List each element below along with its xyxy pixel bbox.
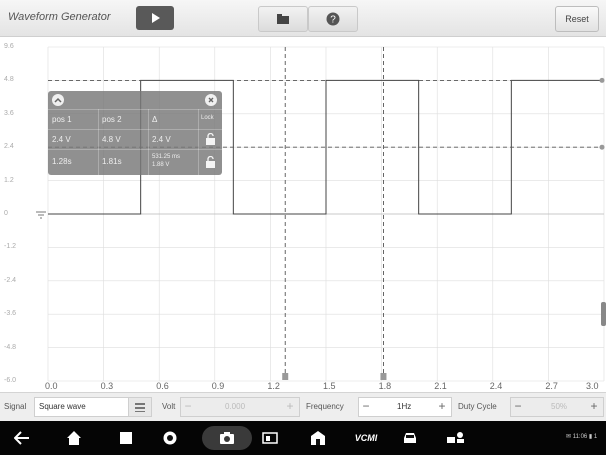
car-icon[interactable] — [402, 430, 418, 446]
time-cursor-handle — [282, 373, 289, 380]
waveform-plot[interactable]: 9.6 4.8 3.6 2.4 1.2 0 -1.2 -2.4 -3.6 -4.8 -6.0 0.0… — [0, 37, 606, 391]
x-tick-label: 1.2 — [267, 381, 280, 391]
y-tick-label: 3.6 — [4, 109, 14, 117]
voltage-delta: 2.4 V — [152, 135, 171, 144]
volt-decrease-button[interactable]: − — [181, 397, 195, 415]
duty-cycle-label: Duty Cycle — [458, 402, 497, 411]
y-tick-label: -1.2 — [4, 243, 17, 251]
recents-icon[interactable] — [118, 430, 134, 446]
voltage-pos1: 2.4 V — [52, 135, 71, 144]
col-pos2-header: pos 2 — [102, 115, 122, 124]
y-tick-label: 9.6 — [4, 43, 14, 50]
x-tick-label: 2.7 — [545, 381, 558, 391]
unlock-icon — [206, 156, 215, 168]
x-tick-label: 0.9 — [211, 381, 225, 391]
signal-label: Signal — [4, 402, 27, 411]
time-pos2: 1.81s — [102, 157, 122, 166]
camera-button[interactable] — [202, 426, 252, 450]
folder-icon — [259, 7, 307, 31]
play-button[interactable] — [136, 6, 174, 30]
cursor-table: pos 1 pos 2 Δ Lock 2.4 V 4.8 V 2.4 V 1.2… — [48, 91, 222, 175]
y-tick-label: -6.0 — [4, 377, 17, 384]
col-delta-header: Δ — [152, 115, 158, 124]
x-tick-label: 3.0 — [586, 381, 599, 391]
chevron-up-icon — [54, 97, 62, 103]
col-pos1-header: pos 1 — [52, 115, 72, 124]
voltage-cursor-handle — [599, 144, 605, 150]
app-title: Waveform Generator — [8, 11, 111, 23]
y-tick-label: 4.8 — [4, 76, 14, 84]
x-tick-label: 2.1 — [434, 381, 447, 391]
screen-mirror-icon[interactable] — [262, 430, 278, 446]
vcmi-icon[interactable]: VCMI — [350, 430, 382, 446]
frequency-label: Frequency — [306, 402, 344, 411]
y-tick-label: 1.2 — [4, 176, 14, 184]
voltage-pos2: 4.8 V — [102, 135, 121, 144]
help-icon: ? — [309, 7, 357, 31]
cursor-table-row-voltage: 2.4 V 4.8 V 2.4 V — [48, 129, 222, 150]
collapse-button[interactable] — [52, 94, 64, 106]
duty-cycle-field[interactable]: − 50% + — [510, 397, 604, 417]
frequency-increase-button[interactable]: + — [435, 397, 449, 415]
help-button[interactable]: ? — [308, 6, 358, 32]
shop-icon[interactable] — [310, 430, 326, 446]
top-toolbar: Waveform Generator ? Reset — [0, 0, 606, 37]
frequency-field[interactable]: − 1Hz + — [358, 397, 452, 417]
x-tick-label: 2.4 — [489, 381, 503, 391]
x-tick-label: 1.5 — [323, 381, 336, 391]
y-tick-label: 2.4 — [4, 143, 14, 151]
camera-icon — [219, 430, 235, 446]
signal-select[interactable]: Square wave — [34, 397, 130, 417]
y-tick-label: -4.8 — [4, 343, 17, 351]
duty-increase-button[interactable]: + — [587, 397, 601, 415]
chrome-icon[interactable] — [162, 430, 178, 446]
reset-button[interactable]: Reset — [555, 6, 599, 32]
ground-icon — [36, 211, 46, 219]
time-delta: 531.25 ms 1.88 V — [152, 154, 181, 168]
col-lock-header: Lock — [201, 115, 214, 121]
cursor-table-header-row: pos 1 pos 2 Δ Lock — [48, 109, 222, 130]
open-folder-button[interactable] — [258, 6, 308, 32]
diagnostics-icon[interactable] — [446, 430, 466, 446]
time-pos1: 1.28s — [52, 157, 72, 166]
y-tick-label: 0 — [4, 210, 8, 217]
cursor-table-header — [48, 91, 222, 109]
play-icon — [136, 6, 174, 30]
list-icon — [135, 403, 145, 412]
volt-field[interactable]: − 0.000 + — [180, 397, 300, 417]
duty-decrease-button[interactable]: − — [511, 397, 525, 415]
close-icon — [208, 97, 214, 103]
time-cursor-handle — [380, 373, 387, 380]
system-navigation-bar: VCMI ✉ 11:06 ▮ 1 — [0, 421, 606, 455]
home-icon[interactable] — [66, 430, 82, 446]
frequency-value: 1Hz — [397, 402, 412, 411]
waveform-canvas — [36, 46, 606, 382]
svg-text:?: ? — [330, 15, 336, 26]
x-tick-label: 0.6 — [156, 381, 169, 391]
x-tick-label: 0.3 — [100, 381, 114, 391]
back-icon[interactable] — [14, 430, 30, 446]
y-tick-label: -3.6 — [4, 310, 17, 318]
generator-controls: Signal Square wave Volt − 0.000 + Freque… — [0, 392, 606, 421]
status-indicators: ✉ 11:06 ▮ 1 — [566, 434, 598, 440]
volt-value: 0.000 — [225, 402, 246, 411]
volt-increase-button[interactable]: + — [283, 397, 297, 415]
frequency-decrease-button[interactable]: − — [359, 397, 373, 415]
signal-list-button[interactable] — [128, 397, 152, 417]
volt-label: Volt — [162, 402, 176, 411]
cursor-table-row-time: 1.28s 1.81s 531.25 ms 1.88 V — [48, 149, 222, 176]
unlock-icon — [206, 133, 215, 145]
y-tick-label: -2.4 — [4, 276, 17, 284]
x-tick-label: 0.0 — [45, 381, 58, 391]
close-table-button[interactable] — [205, 94, 217, 106]
side-panel-handle — [601, 302, 606, 326]
voltage-cursor-handle — [599, 77, 605, 83]
duty-value: 50% — [551, 402, 568, 411]
x-tick-label: 1.8 — [378, 381, 392, 391]
